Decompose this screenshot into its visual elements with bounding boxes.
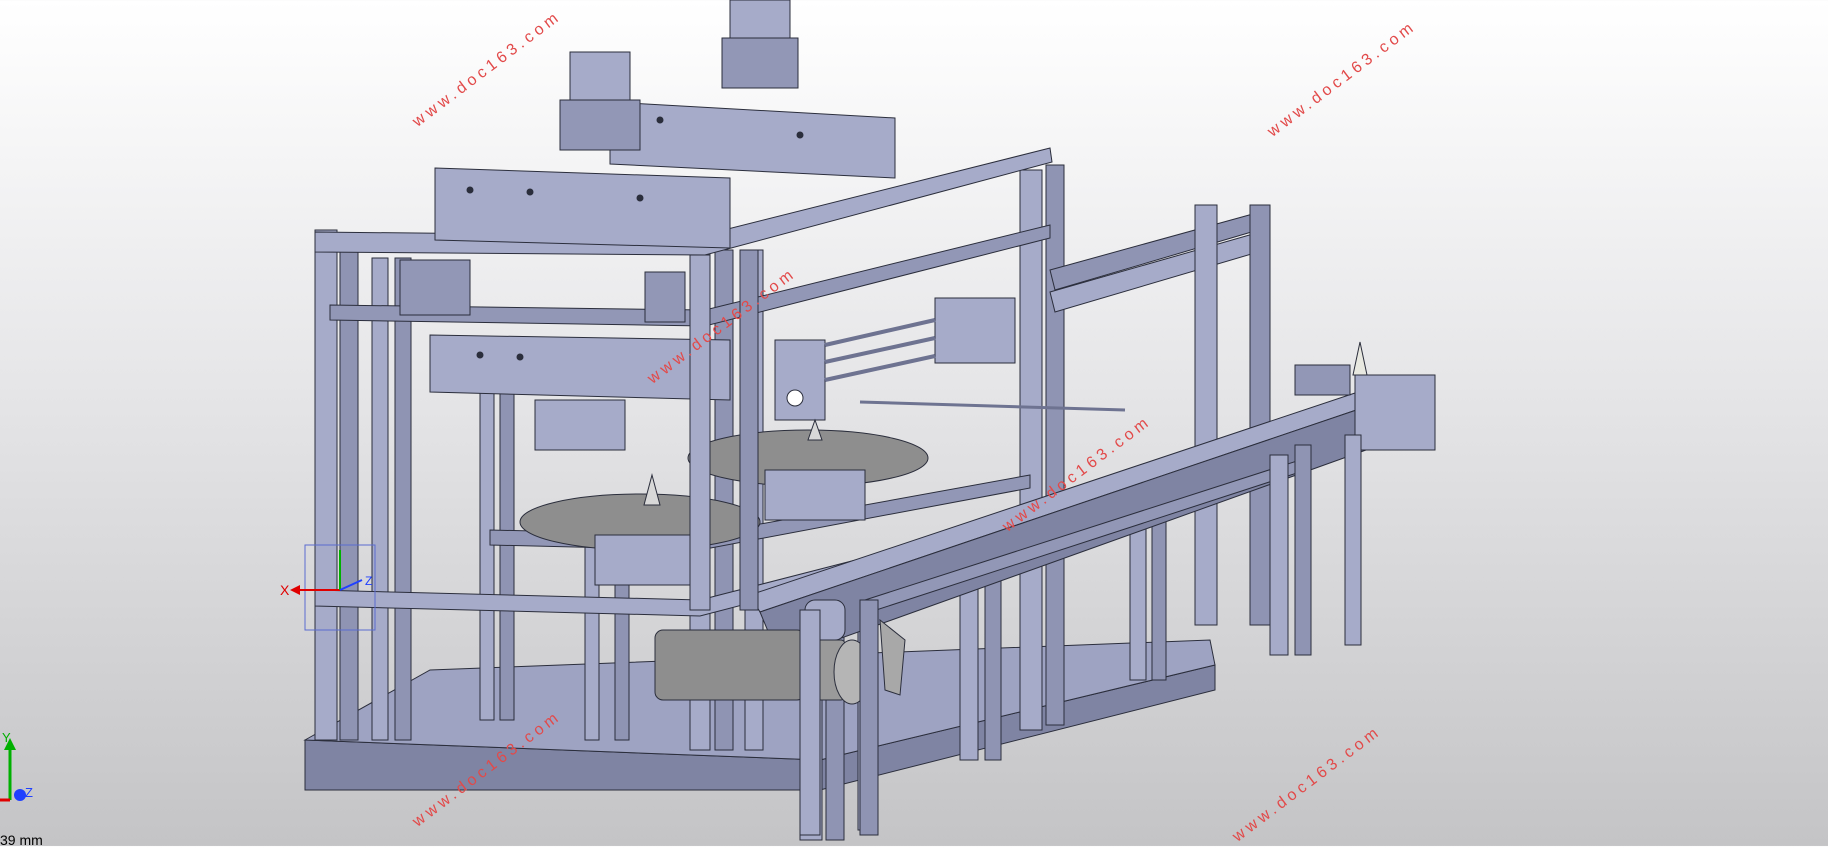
view-triad-z-label: Z — [25, 785, 33, 800]
3d-viewport[interactable]: X Z Y Z — [0, 0, 1828, 846]
pneumatic-slide — [824, 297, 1126, 412]
view-triad-y-label: Y — [2, 730, 11, 745]
model-origin-z-label: Z — [365, 574, 372, 588]
cad-assembly-model[interactable]: X Z Y Z — [0, 0, 1828, 846]
model-origin-x-label: X — [280, 582, 290, 598]
view-orientation-triad[interactable] — [0, 738, 26, 802]
